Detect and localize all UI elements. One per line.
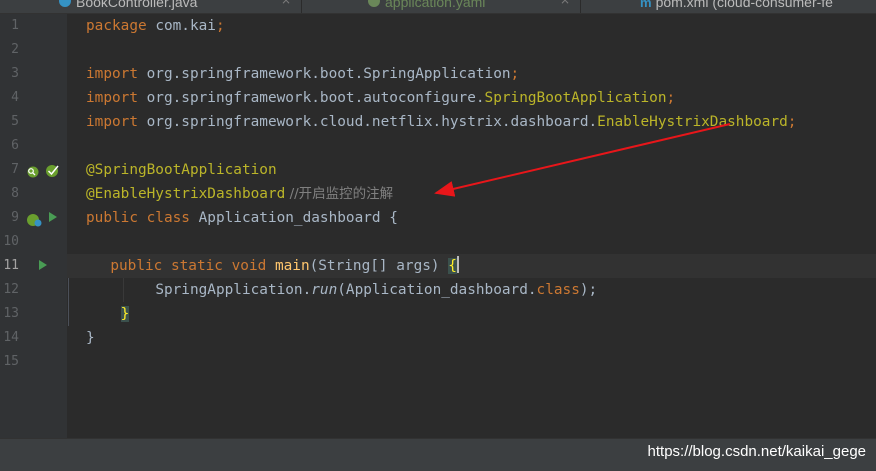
java-class-icon [58,0,72,13]
code-editor[interactable]: package com.kai; import org.springframew… [67,14,876,438]
line-number-current: 11 [3,258,19,273]
line-number: 2 [11,42,19,57]
code-line-7: @SpringBootApplication [86,162,277,178]
line-number: 5 [11,114,19,129]
tab-divider [580,0,581,13]
matched-brace: { [448,258,457,274]
line-number: 14 [3,330,19,345]
close-icon[interactable]: × [281,0,291,7]
code-line-8: @EnableHystrixDashboard //开启监控的注解 [86,186,394,202]
tab-label: application.yaml [385,0,486,10]
tab-book-controller[interactable]: BookController.java [58,0,197,13]
editor-tab-bar: BookController.java × application.yaml ×… [0,0,876,14]
line-number: 6 [11,138,19,153]
line-number: 4 [11,90,19,105]
spring-leaf-icon[interactable] [45,163,61,182]
code-line-1: package com.kai; [86,18,225,34]
maven-icon: m [640,0,652,11]
code-line-4: import org.springframework.boot.autoconf… [86,90,676,106]
tab-divider [301,0,302,13]
close-icon[interactable]: × [560,0,570,7]
code-line-5: import org.springframework.cloud.netflix… [86,114,797,130]
watermark-url: https://blog.csdn.net/kaikai_gege [647,443,866,460]
spring-bean-search-icon[interactable] [26,164,40,183]
tab-label: BookController.java [76,0,198,10]
code-line-11-current: public static void main(String[] args) { [67,254,876,278]
tab-application-yaml[interactable]: application.yaml [367,0,485,13]
code-line-3: import org.springframework.boot.SpringAp… [86,66,520,82]
code-line-14: } [86,330,95,346]
line-number: 13 [3,306,19,321]
tab-label: pom.xml (cloud-consumer-fe [655,0,833,10]
matched-brace: } [120,306,130,322]
text-caret [456,256,459,273]
line-number: 7 [11,162,19,177]
line-number: 10 [3,234,19,249]
code-line-9: public class Application_dashboard { [86,210,398,226]
code-line-13: } [86,302,130,326]
run-icon[interactable] [39,260,47,270]
code-line-12: SpringApplication.run(Application_dashbo… [155,282,598,298]
code-comment: //开启监控的注解 [285,186,394,202]
line-number: 1 [11,18,19,33]
line-number: 15 [3,354,19,369]
line-number: 3 [11,66,19,81]
line-number: 8 [11,186,19,201]
line-number: 9 [11,210,19,225]
tab-pom-xml[interactable]: m pom.xml (cloud-consumer-fe [640,0,833,13]
editor-gutter: 1 2 3 4 5 6 7 8 9 10 11 12 13 14 15 [0,14,80,438]
run-icon[interactable] [49,212,57,222]
line-number: 12 [3,282,19,297]
spring-bean-icon[interactable] [26,212,44,231]
yaml-icon [367,0,381,13]
